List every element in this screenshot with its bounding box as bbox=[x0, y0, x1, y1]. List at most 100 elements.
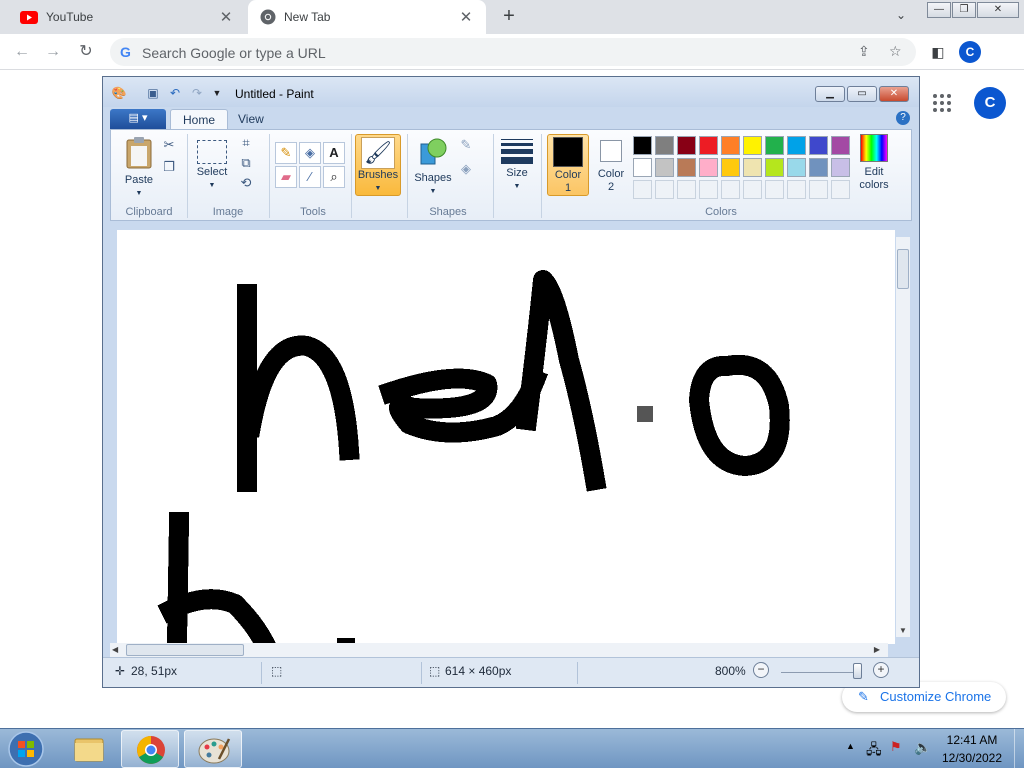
palette-swatch[interactable] bbox=[677, 136, 696, 155]
palette-swatch[interactable] bbox=[765, 136, 784, 155]
tab-view[interactable]: View bbox=[226, 109, 276, 129]
palette-swatch[interactable] bbox=[809, 136, 828, 155]
undo-icon[interactable]: ↶ bbox=[167, 85, 183, 101]
palette-swatch[interactable] bbox=[787, 180, 806, 199]
scroll-down-icon[interactable]: ▼ bbox=[899, 626, 907, 635]
redo-icon[interactable]: ↷ bbox=[189, 85, 205, 101]
palette-swatch[interactable] bbox=[655, 158, 674, 177]
network-icon[interactable]: 🖧 bbox=[866, 739, 882, 763]
palette-swatch[interactable] bbox=[633, 158, 652, 177]
palette-swatch[interactable] bbox=[655, 180, 674, 199]
palette-swatch[interactable] bbox=[721, 136, 740, 155]
brushes-button[interactable]: 🖌 Brushes ▼ bbox=[355, 134, 401, 196]
palette-swatch[interactable] bbox=[743, 158, 762, 177]
palette-swatch[interactable] bbox=[809, 180, 828, 199]
palette-swatch[interactable] bbox=[743, 136, 762, 155]
share-icon[interactable]: ⇪ bbox=[858, 43, 870, 60]
paste-button[interactable]: Paste ▼ bbox=[119, 136, 159, 200]
tab-new-tab[interactable]: New Tab ✕ bbox=[248, 0, 486, 34]
forward-icon[interactable]: → bbox=[42, 41, 64, 63]
paint-maximize-button[interactable]: ▭ bbox=[847, 86, 877, 102]
paint-file-menu-button[interactable]: ▤ ▾ bbox=[110, 109, 166, 129]
color2-button[interactable]: Color 2 bbox=[593, 138, 629, 194]
vertical-scroll-thumb[interactable] bbox=[897, 249, 909, 289]
close-tab-icon[interactable]: ✕ bbox=[458, 8, 474, 26]
taskbar-explorer[interactable] bbox=[60, 730, 118, 768]
start-button[interactable] bbox=[4, 730, 48, 768]
volume-icon[interactable]: 🔈 bbox=[914, 739, 931, 756]
paint-close-button[interactable]: ✕ bbox=[879, 86, 909, 102]
scroll-right-icon[interactable]: ▶ bbox=[874, 645, 880, 654]
taskbar-chrome[interactable] bbox=[121, 730, 179, 768]
clock-time[interactable]: 12:41 AM bbox=[936, 733, 1008, 747]
zoom-out-button[interactable]: − bbox=[753, 662, 769, 678]
show-desktop-button[interactable] bbox=[1014, 729, 1024, 769]
palette-swatch[interactable] bbox=[721, 180, 740, 199]
zoom-slider-thumb[interactable] bbox=[853, 663, 862, 679]
action-center-icon[interactable]: ⚑ bbox=[890, 739, 902, 755]
palette-swatch[interactable] bbox=[699, 180, 718, 199]
size-button[interactable]: Size ▼ bbox=[499, 136, 535, 193]
palette-swatch[interactable] bbox=[809, 158, 828, 177]
cut-icon[interactable]: ✂ bbox=[160, 136, 178, 154]
fill-shape-icon[interactable]: ◈ bbox=[457, 160, 475, 178]
side-panel-icon[interactable]: ◧ bbox=[927, 41, 949, 63]
copy-icon[interactable]: ❐ bbox=[160, 158, 178, 176]
palette-swatch[interactable] bbox=[765, 158, 784, 177]
palette-swatch[interactable] bbox=[787, 158, 806, 177]
palette-swatch[interactable] bbox=[765, 180, 784, 199]
minimize-button[interactable]: — bbox=[927, 2, 951, 18]
tab-youtube[interactable]: YouTube ✕ bbox=[8, 0, 246, 34]
profile-avatar[interactable]: C bbox=[959, 41, 981, 63]
omnibox[interactable]: G Search Google or type a URL ⇪ ☆ bbox=[110, 38, 916, 66]
zoom-slider-track[interactable] bbox=[781, 672, 861, 673]
show-hidden-icons-button[interactable]: ▲ bbox=[846, 741, 855, 751]
palette-swatch[interactable] bbox=[633, 180, 652, 199]
select-button[interactable]: Select ▼ bbox=[195, 140, 229, 192]
drawing-canvas[interactable] bbox=[117, 230, 895, 644]
palette-swatch[interactable] bbox=[831, 158, 850, 177]
paint-minimize-button[interactable]: ▁ bbox=[815, 86, 845, 102]
clock-date[interactable]: 12/30/2022 bbox=[936, 751, 1008, 765]
palette-swatch[interactable] bbox=[831, 136, 850, 155]
outline-icon[interactable]: ✎ bbox=[457, 136, 475, 154]
pencil-tool-icon[interactable]: ✎ bbox=[275, 142, 297, 164]
new-tab-button[interactable]: + bbox=[498, 6, 520, 28]
rotate-icon[interactable]: ⟲ bbox=[237, 174, 255, 192]
palette-swatch[interactable] bbox=[633, 136, 652, 155]
google-apps-icon[interactable] bbox=[933, 94, 951, 112]
palette-swatch[interactable] bbox=[677, 180, 696, 199]
palette-swatch[interactable] bbox=[699, 158, 718, 177]
restore-button[interactable]: ❐ bbox=[952, 2, 976, 18]
paint-app-icon[interactable]: 🎨 bbox=[111, 85, 127, 101]
palette-swatch[interactable] bbox=[677, 158, 696, 177]
tab-search-chevron-icon[interactable]: ⌄ bbox=[896, 8, 906, 22]
zoom-in-button[interactable]: + bbox=[873, 662, 889, 678]
save-icon[interactable]: ▣ bbox=[145, 85, 161, 101]
bookmark-star-icon[interactable]: ☆ bbox=[889, 43, 902, 60]
quick-access-dropdown-icon[interactable]: ▼ bbox=[209, 85, 225, 101]
help-icon[interactable]: ? bbox=[896, 111, 910, 125]
scroll-left-icon[interactable]: ◀ bbox=[112, 645, 118, 654]
shapes-button[interactable]: Shapes ▼ bbox=[413, 136, 453, 198]
palette-swatch[interactable] bbox=[787, 136, 806, 155]
palette-swatch[interactable] bbox=[699, 136, 718, 155]
horizontal-scroll-thumb[interactable] bbox=[126, 644, 244, 656]
text-tool-icon[interactable]: A bbox=[323, 142, 345, 164]
back-icon[interactable]: ← bbox=[11, 41, 33, 63]
resize-icon[interactable]: ⧉ bbox=[237, 154, 255, 172]
taskbar-paint[interactable] bbox=[184, 730, 242, 768]
palette-swatch[interactable] bbox=[743, 180, 762, 199]
color-picker-icon[interactable]: ⁄ bbox=[299, 166, 321, 188]
close-tab-icon[interactable]: ✕ bbox=[218, 8, 234, 26]
horizontal-scrollbar[interactable]: ◀ ▶ bbox=[110, 643, 888, 657]
edit-colors-button[interactable]: Edit colors bbox=[853, 134, 895, 192]
reload-icon[interactable]: ↻ bbox=[75, 41, 97, 63]
magnifier-icon[interactable]: ⌕ bbox=[323, 166, 345, 188]
palette-swatch[interactable] bbox=[655, 136, 674, 155]
eraser-tool-icon[interactable]: ▰ bbox=[275, 166, 297, 188]
palette-swatch[interactable] bbox=[721, 158, 740, 177]
tab-home[interactable]: Home bbox=[170, 109, 229, 129]
crop-icon[interactable]: ⌗ bbox=[237, 134, 255, 152]
color1-button[interactable]: Color 1 bbox=[547, 134, 589, 196]
